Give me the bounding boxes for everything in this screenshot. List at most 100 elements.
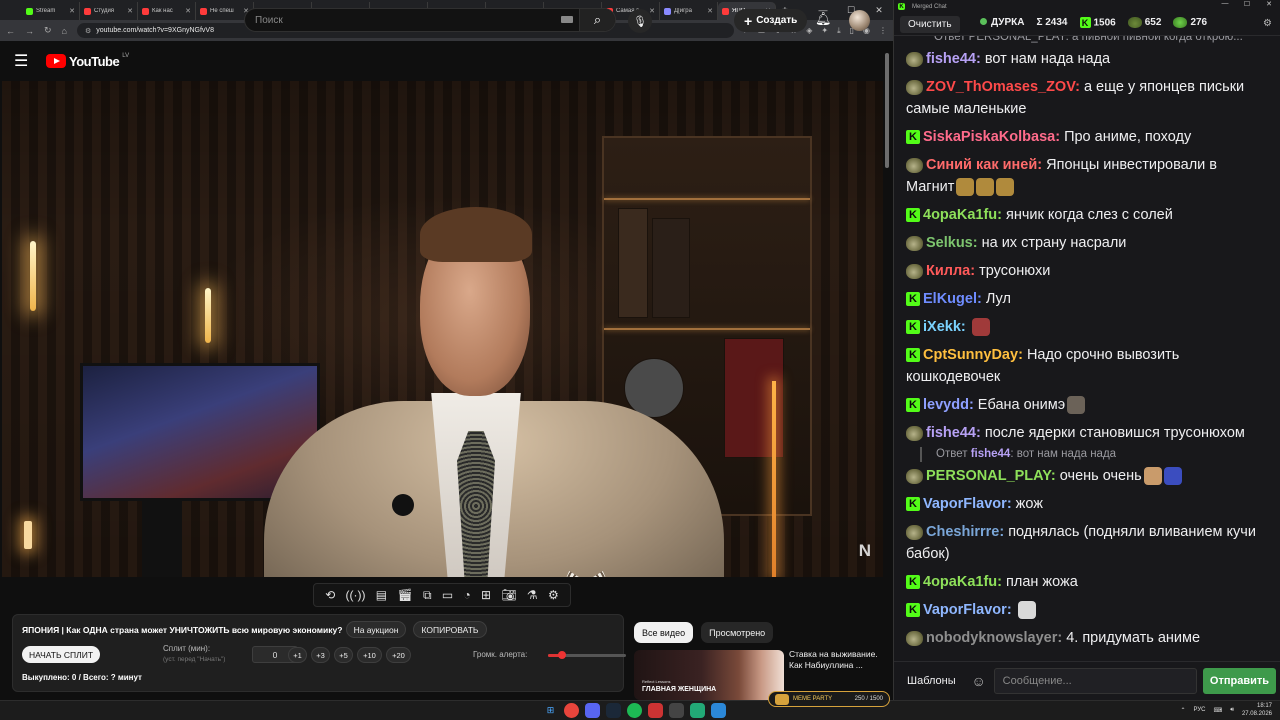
broadcast-icon[interactable]: ((·)) <box>346 588 366 602</box>
chat-message[interactable]: K SiskaPiskaKolbasa: Про аниме, походу <box>906 123 1269 151</box>
close-window-icon[interactable]: ✕ <box>1258 0 1280 8</box>
chat-username[interactable]: 4opaKa1fu <box>923 207 997 223</box>
volume-icon[interactable]: 🔊︎ <box>1230 707 1234 714</box>
scroll-thumb[interactable] <box>885 53 889 168</box>
site-info-icon[interactable]: ⚙ <box>85 27 91 35</box>
clock[interactable]: 18:17 27.08.2026 <box>1242 702 1272 718</box>
maximize-icon[interactable]: ☐ <box>1236 0 1258 8</box>
avatar[interactable] <box>849 10 870 31</box>
speed-icon[interactable]: ◔ <box>463 588 470 602</box>
send-button[interactable]: Отправить <box>1202 667 1276 694</box>
chat-message[interactable]: Selkus: на их страну насрали <box>906 229 1269 257</box>
alert-volume-slider[interactable] <box>548 651 626 659</box>
slider-knob[interactable] <box>558 651 567 659</box>
templates-button[interactable]: Шаблоны <box>899 668 964 694</box>
auction-button[interactable]: На аукцион <box>346 621 406 638</box>
chat-username[interactable]: Синий как иней <box>926 157 1037 173</box>
chat-username[interactable]: ElKugel <box>923 291 977 307</box>
menu-icon[interactable]: ☰ <box>14 51 44 71</box>
back-icon[interactable]: ← <box>6 26 15 36</box>
chat-messages[interactable]: Ответ PERSONAL_PLAY: а пивной пивной ког… <box>894 36 1280 656</box>
chat-message[interactable]: K VaporFlavor: <box>906 596 1269 624</box>
youtube-logo[interactable]: YouTube LV <box>46 53 129 69</box>
increment-button[interactable]: +20 <box>386 647 411 663</box>
recommended-thumbnail[interactable]: Reflect Lessons ГЛАВНАЯ ЖЕНЩИНА <box>634 650 784 700</box>
emote-icon[interactable] <box>996 178 1015 197</box>
windows-start-icon[interactable]: ⊞ <box>543 703 558 718</box>
add-icon[interactable]: ⊞ <box>481 588 491 602</box>
page-scrollbar[interactable] <box>884 47 890 698</box>
emote-icon[interactable] <box>956 178 975 197</box>
home-icon[interactable]: ⌂ <box>62 26 67 36</box>
tab-close-icon[interactable]: ✕ <box>185 7 191 15</box>
chat-username[interactable]: ZOV_ThOmases_ZOV <box>926 79 1075 95</box>
obs-icon[interactable] <box>648 703 663 718</box>
chat-message[interactable]: Синий как иней: Японцы инвестировали в М… <box>906 151 1269 201</box>
chat-username[interactable]: Cheshirrre <box>926 524 999 540</box>
chat-message[interactable]: K 4opaKa1fu: янчик когда слез с солей <box>906 201 1269 229</box>
clear-chat-button[interactable]: Очистить <box>900 15 960 33</box>
extension-icon[interactable]: ◈ <box>806 26 812 36</box>
settings-gear-icon[interactable]: ⚙ <box>548 588 559 602</box>
playlist-icon[interactable]: ▤ <box>376 588 387 602</box>
chat-username[interactable]: SiskaPiskaKolbasa <box>923 129 1055 145</box>
chat-username[interactable]: levydd <box>923 397 969 413</box>
language-indicator[interactable]: РУС <box>1194 707 1206 713</box>
search-button[interactable]: ⌕ <box>579 9 615 31</box>
search-input[interactable]: Поиск ⌕ <box>244 8 616 32</box>
chat-username[interactable]: Килла <box>926 263 970 279</box>
emote-icon[interactable] <box>1163 467 1182 486</box>
browser-tab[interactable]: Stream ✕ <box>22 2 80 20</box>
chat-username[interactable]: nobodyknowslayer <box>926 630 1057 646</box>
chat-message[interactable]: K 4opaKa1fu: план жожа <box>906 568 1269 596</box>
emote-icon[interactable] <box>971 318 990 337</box>
tab-close-icon[interactable]: ✕ <box>69 7 75 15</box>
recommended-title[interactable]: Ставка на выживание. Как Набиуллина ... <box>789 649 881 672</box>
flask-icon[interactable]: ⚗ <box>527 588 538 602</box>
discord-icon[interactable] <box>585 703 600 718</box>
network-icon[interactable]: ⌨ <box>1214 707 1223 714</box>
notifications-bell-icon[interactable]: 🔔︎ <box>815 11 832 27</box>
copy-button[interactable]: КОПИРОВАТЬ <box>413 621 487 638</box>
clapper-icon[interactable]: 🎬︎ <box>397 588 412 602</box>
chat-username[interactable]: fishe44 <box>926 51 976 67</box>
steam-icon[interactable] <box>606 703 621 718</box>
message-input[interactable]: Сообщение... <box>993 667 1197 694</box>
browser-tab[interactable]: Студия ✕ <box>80 2 138 20</box>
chrome-icon[interactable] <box>564 703 579 718</box>
emote-icon[interactable] <box>1067 396 1086 415</box>
spotify-icon[interactable] <box>627 703 642 718</box>
forward-icon[interactable]: → <box>25 26 34 36</box>
browser-tab[interactable]: Как нас ✕ <box>138 2 196 20</box>
app-icon[interactable] <box>690 703 705 718</box>
chat-message[interactable]: K CptSunnyDay: Надо срочно вывозить кошко… <box>906 341 1269 391</box>
start-split-button[interactable]: НАЧАТЬ СПЛИТ <box>22 646 100 663</box>
voice-search-button[interactable]: 🎙 <box>628 9 652 33</box>
chat-message[interactable]: fishe44: вот нам нада нада <box>906 45 1269 73</box>
increment-button[interactable]: +5 <box>334 647 353 663</box>
chat-message[interactable]: PERSONAL_PLAY: очень очень <box>906 462 1269 490</box>
tab-close-icon[interactable]: ✕ <box>707 7 713 15</box>
telegram-icon[interactable] <box>711 703 726 718</box>
chat-username[interactable]: 4opaKa1fu <box>923 574 997 590</box>
chat-message[interactable]: K ElKugel: Лул <box>906 285 1269 313</box>
chat-message[interactable]: Klevydd: Ебана онимэ <box>906 391 1269 419</box>
chat-message[interactable]: nobodyknowslayer: 4. придумать аниме <box>906 624 1269 652</box>
video-player[interactable]: N <box>2 81 883 577</box>
chip-all-videos[interactable]: Все видео <box>634 622 694 643</box>
chat-username[interactable]: fishe44 <box>926 425 976 441</box>
chat-message[interactable]: KiXekk: <box>906 313 1269 341</box>
screenshot-icon[interactable]: 📷︎ <box>501 588 516 602</box>
create-button[interactable]: + Создать <box>734 9 808 32</box>
emote-icon[interactable] <box>976 178 995 197</box>
increment-button[interactable]: +10 <box>357 647 382 663</box>
chat-username[interactable]: VaporFlavor <box>923 496 1007 512</box>
chat-message[interactable]: fishe44: после ядерки становишся трусоню… <box>906 419 1269 447</box>
emoji-icon[interactable]: ☺ <box>970 673 988 689</box>
browser-tab[interactable]: Д[игра ✕ <box>660 2 718 20</box>
theater-icon[interactable]: ▭ <box>442 588 453 602</box>
channel-watermark[interactable]: N <box>859 541 871 561</box>
keyboard-icon[interactable] <box>561 16 573 23</box>
picture-in-picture-icon[interactable]: ⧉ <box>423 588 432 603</box>
tray-chevron-icon[interactable]: ⌃ <box>1180 707 1185 714</box>
